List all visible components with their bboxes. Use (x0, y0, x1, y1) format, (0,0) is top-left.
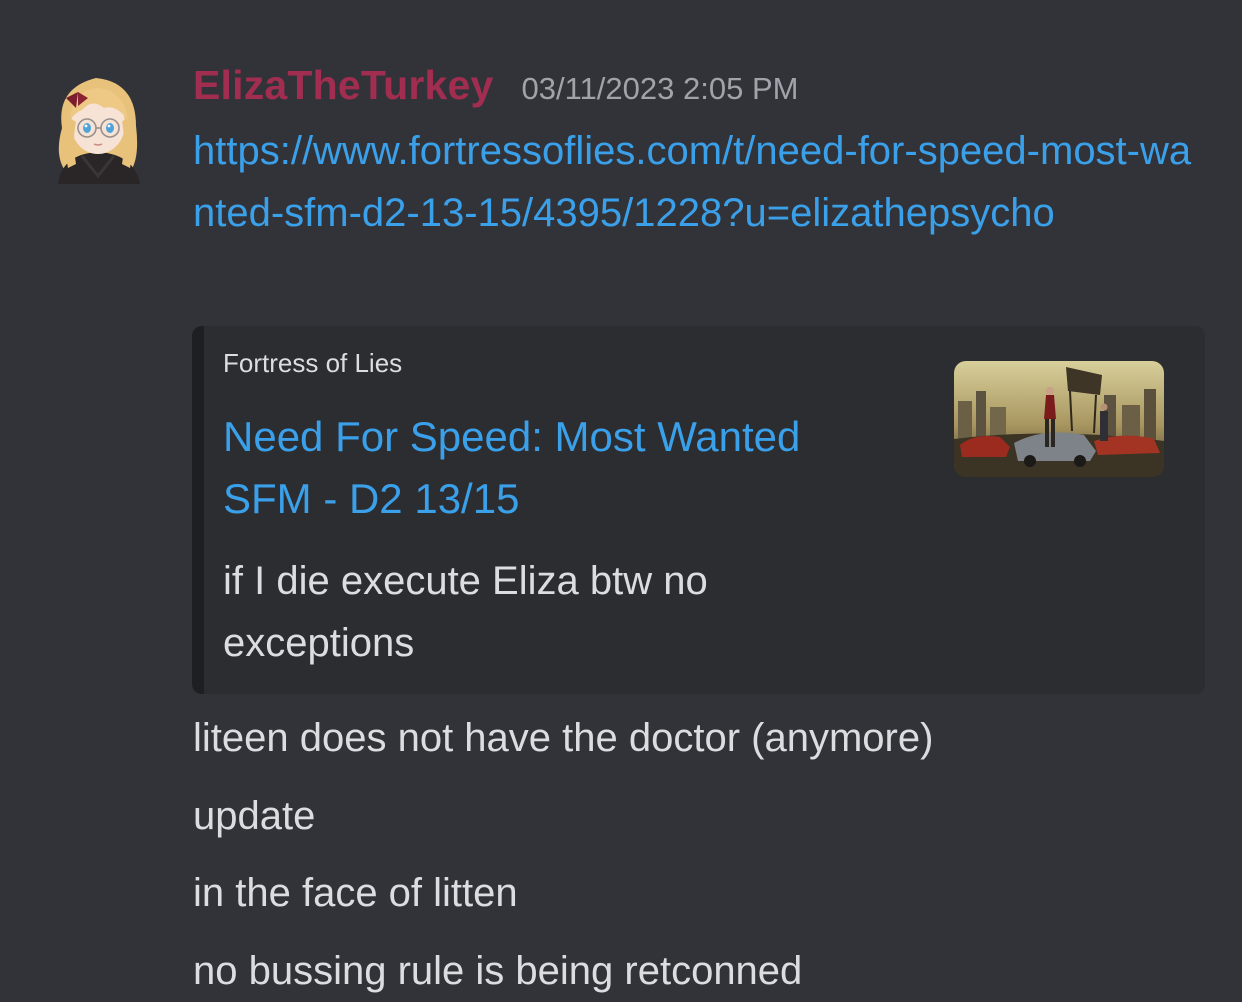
user-avatar[interactable] (52, 68, 144, 184)
message-link[interactable]: https://www.fortressoflies.com/t/need-fo… (193, 120, 1203, 244)
message-line: in the face of litten (193, 871, 518, 915)
chat-message: ElizaTheTurkey 03/11/2023 2:05 PM https:… (0, 0, 1242, 1002)
message-header: ElizaTheTurkey 03/11/2023 2:05 PM (193, 62, 798, 109)
message-timestamp: 03/11/2023 2:05 PM (521, 71, 799, 106)
embed-title[interactable]: Need For Speed: Most Wanted SFM - D2 13/… (223, 406, 883, 530)
embed-accent-bar (192, 326, 204, 694)
game-thumbnail-image (954, 361, 1164, 477)
embed-thumbnail[interactable] (954, 361, 1164, 477)
message-line: liteen does not have the doctor (anymore… (193, 716, 934, 760)
embed-provider[interactable]: Fortress of Lies (223, 348, 402, 379)
embed-description: if I die execute Eliza btw no exceptions (223, 559, 708, 665)
message-line: update (193, 794, 316, 838)
message-line: no bussing rule is being retconned (193, 949, 803, 993)
link-embed: Fortress of Lies Need For Speed: Most Wa… (192, 326, 1205, 694)
username[interactable]: ElizaTheTurkey (193, 62, 494, 109)
anime-avatar-icon (58, 78, 140, 184)
